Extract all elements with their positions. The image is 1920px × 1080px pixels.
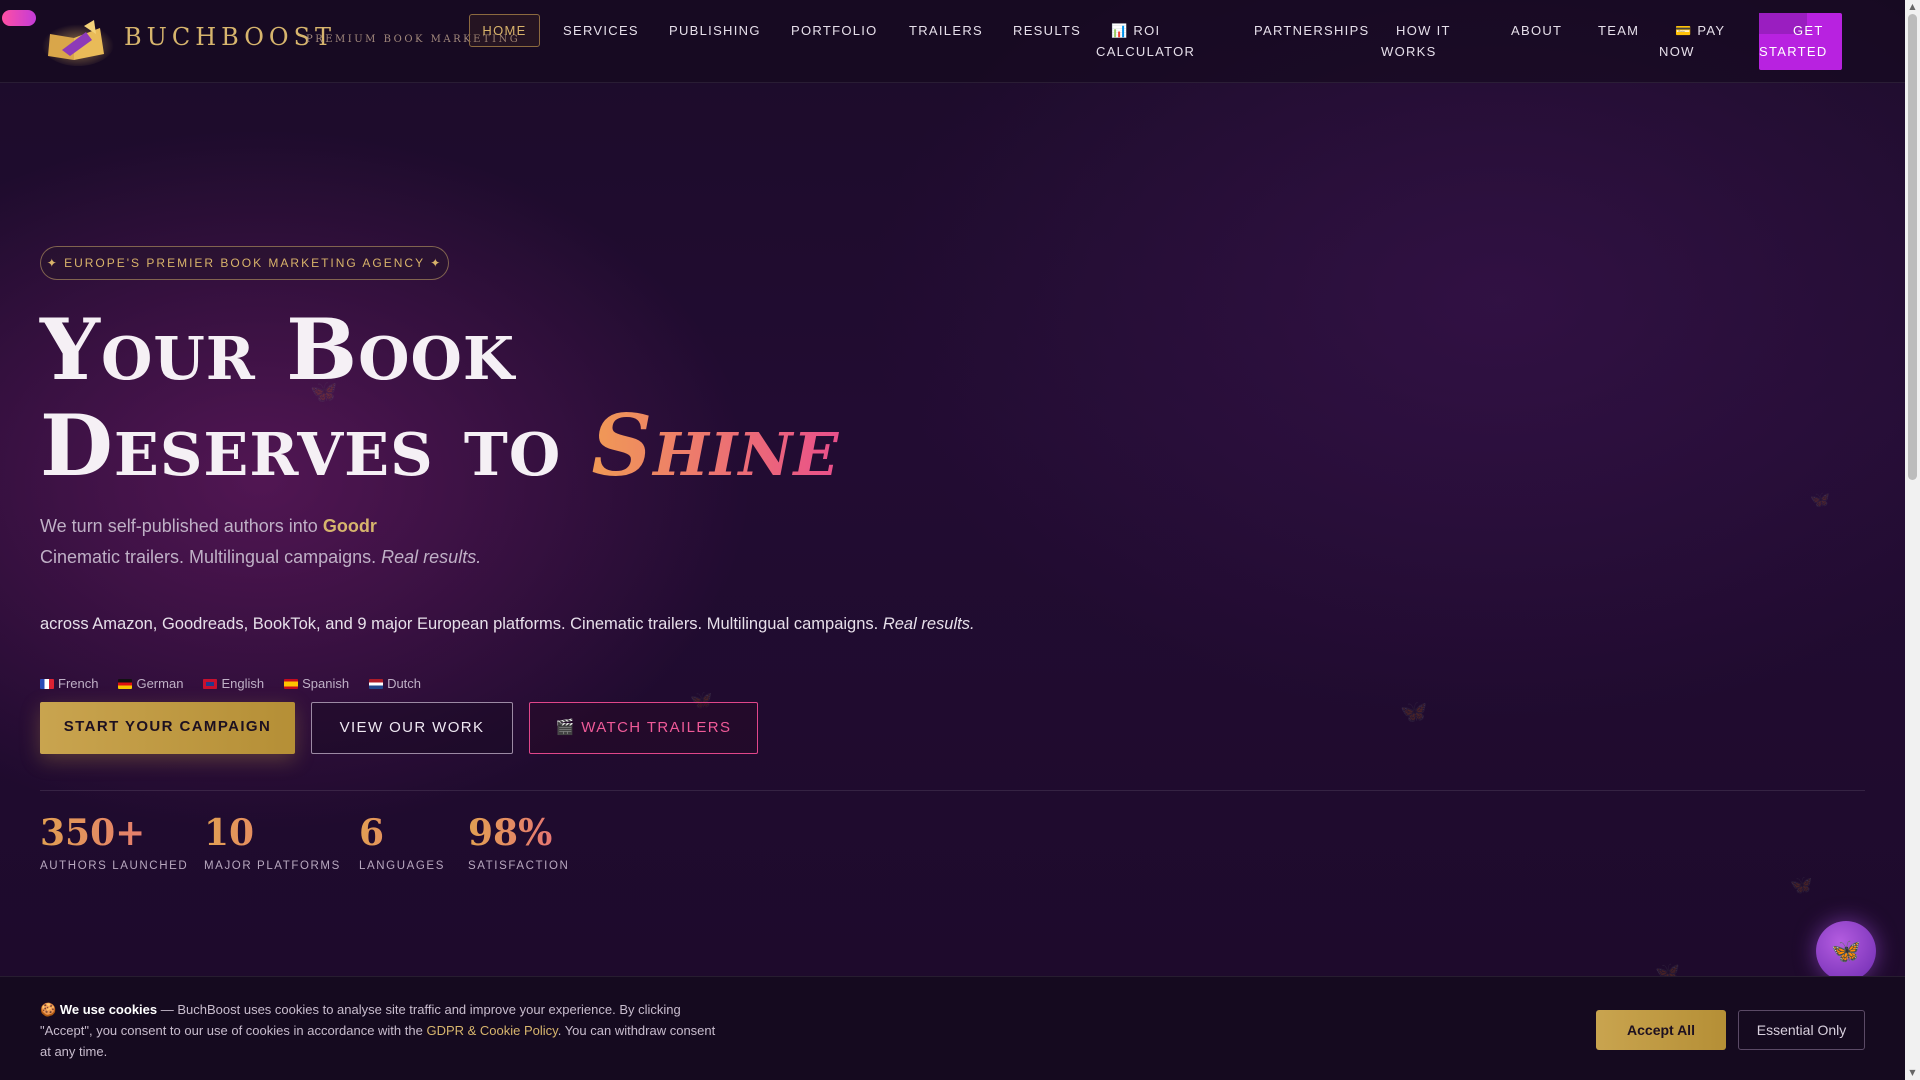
nav-how-line1: HOW IT	[1396, 23, 1451, 38]
cookie-title: We use cookies	[59, 1002, 158, 1017]
hero-badge: ✦ EUROPE'S PREMIER BOOK MARKETING AGENCY…	[40, 246, 449, 280]
stat-value: 350+	[40, 812, 188, 854]
get-started-line1: GET	[1793, 23, 1824, 38]
get-started-line2: STARTED	[1759, 44, 1828, 59]
stat-label: SATISFACTION	[468, 860, 570, 872]
nav-about[interactable]: ABOUT	[1511, 20, 1562, 41]
nav-roi-calculator[interactable]: 📊 ROI CALCULATOR	[1096, 20, 1201, 62]
stat-label: LANGUAGES	[359, 860, 445, 872]
butterfly-decor-icon: 🦋	[1810, 490, 1830, 509]
language-label: Dutch	[387, 676, 422, 691]
scroll-down-icon[interactable]: ▼	[1908, 1068, 1917, 1078]
hero-sub1-highlight: Goodr	[322, 516, 377, 536]
site-header: BUCHBOOST PREMIUM BOOK MARKETING HOME SE…	[0, 0, 1905, 83]
nav-pay-now[interactable]: 💳 PAY NOW	[1659, 20, 1739, 62]
hero-subtitle-2: Cinematic trailers. Multilingual campaig…	[40, 547, 481, 568]
stat-satisfaction: 98% SATISFACTION	[468, 812, 569, 872]
nav-roi-line1: 📊 ROI	[1111, 23, 1161, 38]
language-label: English	[221, 676, 265, 691]
nav-pay-line2: NOW	[1659, 44, 1695, 59]
nav-services[interactable]: SERVICES	[563, 20, 639, 41]
flag-netherlands-icon	[369, 678, 384, 689]
cookie-message: 🍪 We use cookies — BuchBoost uses cookie…	[40, 999, 720, 1062]
nav-home[interactable]: HOME	[469, 14, 540, 47]
flag-spain-icon	[284, 678, 299, 689]
language-label: German	[136, 676, 184, 691]
hero-title-line2: Deserves to Shine	[40, 396, 839, 495]
butterfly-decor-icon: 🦋	[1790, 875, 1813, 896]
butterfly-decor-icon: 🦋	[1400, 700, 1428, 725]
hero-sub2-emphasis: Real results.	[381, 547, 482, 567]
nav-portfolio[interactable]: PORTFOLIO	[791, 20, 878, 41]
pill-badge-icon	[2, 10, 36, 26]
stat-label: AUTHORS LAUNCHED	[40, 860, 189, 872]
hero-sub1-text: We turn self-published authors into	[40, 516, 318, 536]
language-item: English	[203, 676, 264, 691]
nav-pay-line1: 💳 PAY	[1675, 23, 1726, 38]
watch-trailers-button[interactable]: 🎬 WATCH TRAILERS	[529, 702, 758, 754]
stat-value: 98%	[468, 812, 569, 854]
hero-sub2-text: Cinematic trailers. Multilingual campaig…	[40, 547, 377, 567]
scroll-up-icon[interactable]: ▲	[1908, 2, 1917, 12]
start-campaign-button[interactable]: START YOUR CAMPAIGN	[40, 702, 295, 754]
language-label: Spanish	[302, 676, 350, 691]
language-item: Spanish	[284, 676, 349, 691]
stat-platforms: 10 MAJOR PLATFORMS	[204, 812, 341, 872]
nav-how-line2: WORKS	[1381, 44, 1437, 59]
hero-description-emphasis: Real results.	[882, 615, 975, 633]
accept-all-button[interactable]: Accept All	[1596, 1010, 1726, 1050]
book-logo-icon[interactable]	[40, 16, 116, 66]
stat-label: MAJOR PLATFORMS	[204, 860, 341, 872]
hero-title-line1: Your Book	[40, 300, 516, 399]
hero-description-text: across Amazon, Goodreads, BookTok, and 9…	[40, 615, 879, 633]
butterfly-icon: 🦋	[1831, 937, 1861, 965]
stat-languages: 6 LANGUAGES	[359, 812, 445, 872]
cookie-banner: 🍪 We use cookies — BuchBoost uses cookie…	[0, 976, 1905, 1080]
language-item: Dutch	[369, 676, 421, 691]
hero-title-highlight: Shine	[591, 396, 840, 495]
butterfly-chat-button[interactable]: 🦋	[1816, 921, 1876, 981]
nav-how-it-works[interactable]: HOW IT WORKS	[1381, 20, 1471, 62]
nav-trailers[interactable]: TRAILERS	[909, 20, 983, 41]
flag-uk-icon	[203, 678, 218, 689]
page-scrollbar[interactable]: ▲ ▼	[1905, 0, 1920, 1080]
nav-team[interactable]: TEAM	[1598, 20, 1639, 41]
language-list: French German English Spanish Dutch	[40, 676, 421, 691]
language-item: French	[40, 676, 98, 691]
flag-france-icon	[40, 678, 54, 689]
brand-name[interactable]: BUCHBOOST	[124, 23, 336, 51]
essential-only-button[interactable]: Essential Only	[1738, 1010, 1865, 1050]
nav-results[interactable]: RESULTS	[1013, 20, 1081, 41]
hero-subtitle-1: We turn self-published authors into Good…	[40, 516, 377, 537]
scroll-thumb[interactable]	[1908, 14, 1917, 480]
hero-description: across Amazon, Goodreads, BookTok, and 9…	[40, 615, 975, 634]
nav-publishing[interactable]: PUBLISHING	[669, 20, 761, 41]
stat-authors: 350+ AUTHORS LAUNCHED	[40, 812, 188, 872]
hero-divider	[40, 790, 1865, 791]
cookie-policy-link[interactable]: GDPR & Cookie Policy	[426, 1023, 557, 1038]
hero-title-prefix: Deserves to	[40, 396, 562, 495]
language-item: German	[118, 676, 183, 691]
get-started-label[interactable]: GET STARTED	[1759, 20, 1842, 62]
view-work-button[interactable]: VIEW OUR WORK	[311, 702, 513, 754]
language-label: French	[58, 676, 99, 691]
nav-partnerships[interactable]: PARTNERSHIPS	[1254, 20, 1370, 41]
stat-value: 6	[359, 812, 445, 854]
flag-germany-icon	[118, 678, 133, 689]
cookie-icon: 🍪	[40, 1002, 57, 1017]
nav-roi-line2: CALCULATOR	[1096, 44, 1196, 59]
stat-value: 10	[204, 812, 341, 854]
